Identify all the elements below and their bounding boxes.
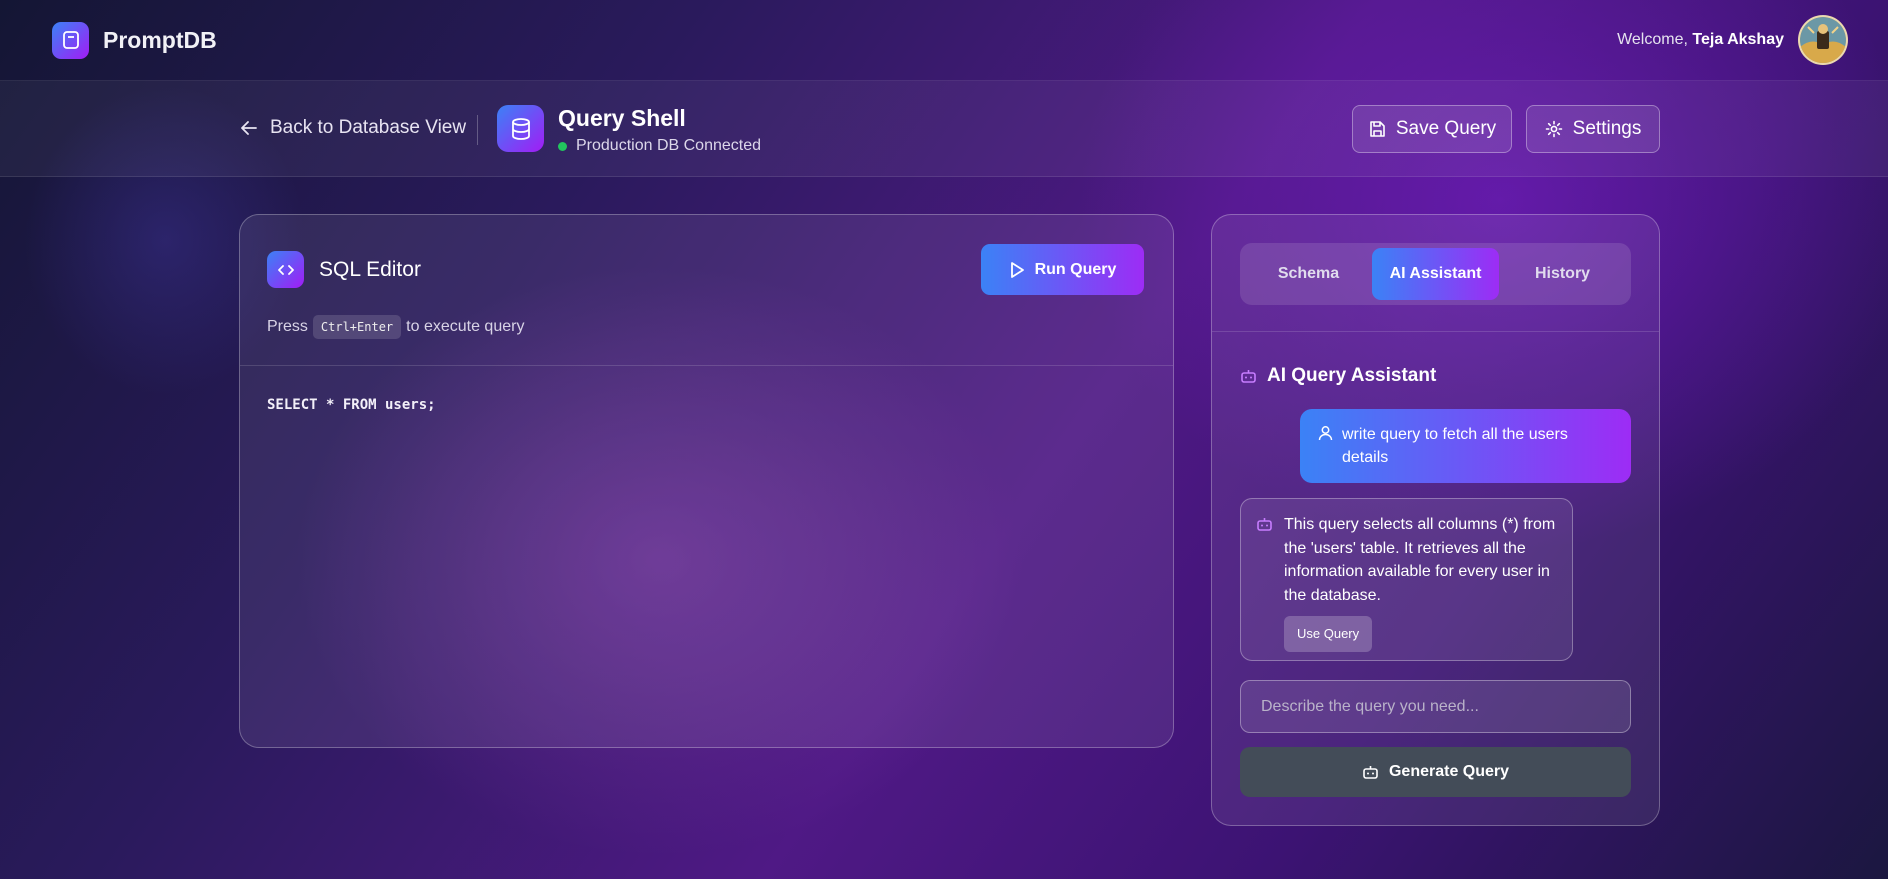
run-query-label: Run Query bbox=[1034, 260, 1117, 278]
tab-history[interactable]: History bbox=[1499, 248, 1626, 300]
assistant-panel: Schema AI Assistant History AI Query Ass… bbox=[1211, 214, 1660, 826]
code-icon bbox=[267, 251, 304, 288]
hint-suffix: to execute query bbox=[406, 318, 525, 335]
connection-status: Production DB Connected bbox=[558, 137, 761, 155]
back-link-label: Back to Database View bbox=[270, 117, 467, 138]
sql-editor-title: SQL Editor bbox=[319, 258, 421, 281]
sql-code-area[interactable]: SELECT * FROM users; bbox=[267, 397, 436, 413]
settings-button[interactable]: Settings bbox=[1526, 105, 1660, 153]
tab-ai-assistant[interactable]: AI Assistant bbox=[1372, 248, 1499, 300]
divider bbox=[1212, 331, 1659, 332]
brand[interactable]: PromptDB bbox=[52, 21, 217, 59]
use-query-button[interactable]: Use Query bbox=[1284, 616, 1373, 652]
avatar[interactable] bbox=[1798, 15, 1848, 65]
assistant-message: This query selects all columns (*) from … bbox=[1240, 498, 1573, 661]
assistant-tabs: Schema AI Assistant History bbox=[1240, 243, 1631, 305]
query-shell-header: Back to Database View Query Shell Produc… bbox=[0, 81, 1888, 177]
user-name: Teja Akshay bbox=[1692, 31, 1784, 48]
editor-hint: Press Ctrl+Enter to execute query bbox=[267, 315, 524, 339]
assistant-message-text: This query selects all columns (*) from … bbox=[1284, 516, 1556, 604]
divider bbox=[240, 365, 1173, 366]
generate-query-label: Generate Query bbox=[1388, 763, 1510, 780]
welcome-label: Welcome, bbox=[1617, 31, 1688, 48]
bot-icon bbox=[1241, 370, 1256, 383]
query-description-input[interactable] bbox=[1240, 680, 1631, 733]
status-dot-icon bbox=[558, 141, 567, 151]
connection-status-label: Production DB Connected bbox=[576, 137, 761, 154]
sql-editor-panel: SQL Editor Press Ctrl+Enter to execute q… bbox=[239, 214, 1174, 748]
save-icon bbox=[1370, 121, 1385, 137]
shortcut-key: Ctrl+Enter bbox=[312, 315, 402, 339]
database-icon bbox=[497, 105, 544, 152]
save-query-label: Save Query bbox=[1395, 118, 1497, 139]
gear-icon bbox=[1545, 120, 1562, 138]
page-title: Query Shell bbox=[558, 105, 686, 131]
assistant-title: AI Query Assistant bbox=[1267, 365, 1437, 386]
app-name: PromptDB bbox=[103, 26, 217, 53]
user-area: Welcome, Teja Akshay bbox=[1617, 15, 1848, 65]
bot-icon bbox=[1257, 518, 1272, 531]
top-bar: PromptDB Welcome, Teja Akshay bbox=[0, 0, 1888, 81]
hint-prefix: Press bbox=[267, 318, 308, 335]
user-message: write query to fetch all the users detai… bbox=[1300, 409, 1631, 483]
arrow-left-icon bbox=[241, 121, 257, 135]
user-message-text: write query to fetch all the users detai… bbox=[1342, 426, 1568, 466]
divider bbox=[477, 115, 478, 145]
run-query-button[interactable]: Run Query bbox=[981, 244, 1144, 295]
welcome-text: Welcome, Teja Akshay bbox=[1617, 31, 1784, 49]
avatar-image-icon bbox=[1800, 17, 1846, 63]
tab-schema[interactable]: Schema bbox=[1245, 248, 1372, 300]
app-logo-icon bbox=[52, 21, 89, 59]
user-icon bbox=[1318, 426, 1333, 441]
save-query-button[interactable]: Save Query bbox=[1352, 105, 1512, 153]
assistant-heading: AI Query Assistant bbox=[1240, 365, 1436, 387]
bot-icon bbox=[1363, 766, 1378, 779]
settings-label: Settings bbox=[1572, 118, 1642, 139]
back-link[interactable]: Back to Database View bbox=[240, 117, 466, 139]
play-icon bbox=[1010, 261, 1024, 278]
generate-query-button[interactable]: Generate Query bbox=[1240, 747, 1631, 797]
